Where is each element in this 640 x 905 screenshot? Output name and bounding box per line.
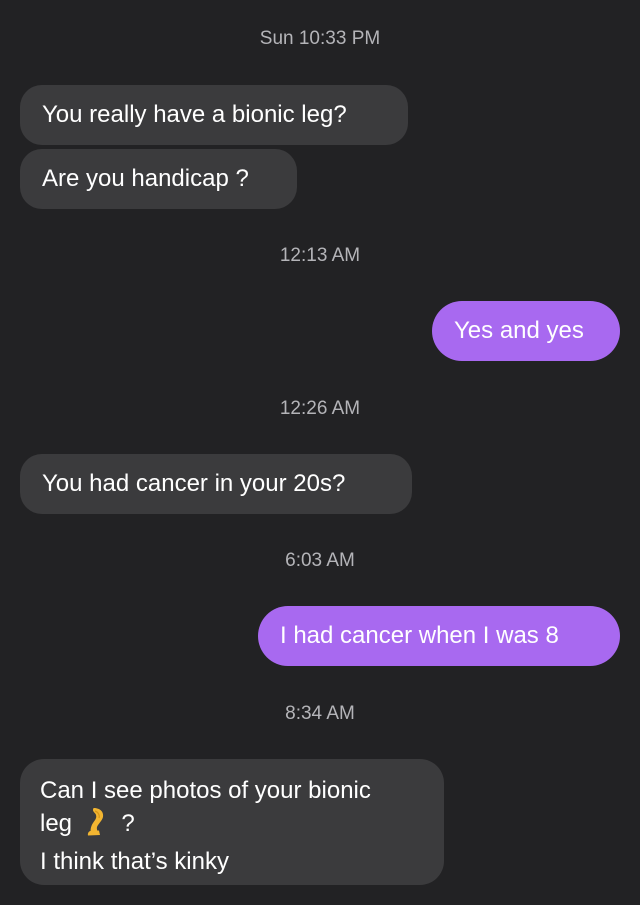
message-text: Yes and yes xyxy=(454,317,584,344)
message-text: I had cancer when I was 8 xyxy=(280,622,559,649)
message-text: ? xyxy=(121,810,135,837)
incoming-message[interactable]: Can I see photos of your bionic leg ? I … xyxy=(20,759,444,885)
message-line: I think that’s kinky xyxy=(40,848,229,875)
incoming-message[interactable]: You really have a bionic leg? xyxy=(20,85,408,145)
leg-emoji-icon xyxy=(87,807,109,846)
message-text: Are you handicap ? xyxy=(42,165,249,192)
outgoing-message[interactable]: Yes and yes xyxy=(432,301,620,361)
message-text: leg xyxy=(40,810,73,837)
incoming-message[interactable]: You had cancer in your 20s? xyxy=(20,454,412,514)
message-line-with-emoji: leg ? xyxy=(40,807,424,846)
message-text: You really have a bionic leg? xyxy=(42,101,347,128)
message-line: Can I see photos of your bionic xyxy=(40,777,371,804)
timestamp: 12:13 AM xyxy=(279,245,361,266)
timestamp: 6:03 AM xyxy=(285,550,355,571)
incoming-message[interactable]: Are you handicap ? xyxy=(20,149,297,209)
timestamp: 12:26 AM xyxy=(279,398,361,419)
message-text: You had cancer in your 20s? xyxy=(42,470,346,497)
timestamp: Sun 10:33 PM xyxy=(259,28,381,49)
outgoing-message[interactable]: I had cancer when I was 8 xyxy=(258,606,620,666)
timestamp: 8:34 AM xyxy=(285,703,355,724)
